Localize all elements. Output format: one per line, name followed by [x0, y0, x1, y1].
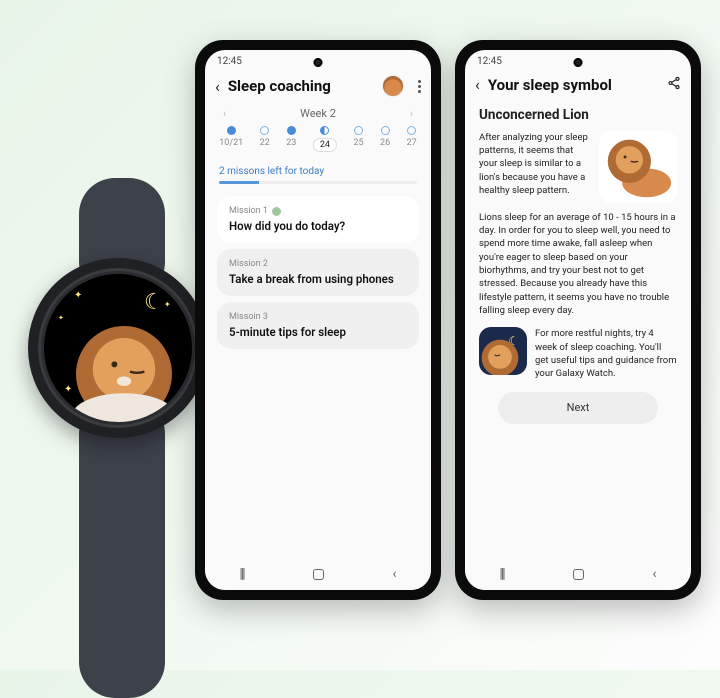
day-selector: 10/21 22 23 24 25 26 27: [205, 126, 431, 158]
day-dot: [354, 126, 363, 135]
android-nav-bar: ||| ‹: [205, 558, 431, 590]
day-label: 23: [286, 138, 296, 148]
missions-progress: [219, 181, 417, 184]
front-camera: [574, 58, 583, 67]
mission-title: How did you do today?: [229, 219, 407, 233]
mission-tag: Mission 1: [229, 206, 407, 216]
coaching-tip: ☾ For more restful nights, try 4 week of…: [479, 327, 677, 380]
lion-illustration: [599, 131, 677, 203]
back-icon[interactable]: ‹: [215, 77, 220, 96]
page-title: Sleep coaching: [228, 77, 331, 95]
day-dot: [381, 126, 390, 135]
front-camera: [314, 58, 323, 67]
profile-avatar-lion[interactable]: [382, 75, 404, 97]
night-tile-icon: ☾: [479, 327, 527, 375]
day-label: 22: [260, 138, 270, 148]
watch-strap-bottom: [79, 398, 165, 698]
phone-sleep-coaching: 12:45 ‹ Sleep coaching ‹ Week 2 › 10/212…: [195, 40, 441, 600]
mission-tag: Mission 2: [229, 259, 407, 269]
next-week-icon[interactable]: ›: [410, 107, 413, 120]
nav-back-icon[interactable]: ‹: [652, 566, 656, 582]
nav-back-icon[interactable]: ‹: [392, 566, 396, 582]
galaxy-watch: ✦ ✦ ✦ ✦ ✦ ☾: [28, 258, 216, 438]
mission-title: 5-minute tips for sleep: [229, 325, 407, 339]
android-nav-bar: ||| ‹: [465, 558, 691, 590]
day-label: 26: [380, 138, 390, 148]
day-22[interactable]: 22: [260, 126, 270, 152]
nav-home-icon[interactable]: [313, 569, 324, 580]
day-label: 10/21: [219, 138, 243, 148]
day-dot: [260, 126, 269, 135]
watch-body: ✦ ✦ ✦ ✦ ✦ ☾: [28, 258, 208, 438]
nav-home-icon[interactable]: [573, 569, 584, 580]
day-24[interactable]: 24: [313, 126, 337, 152]
next-button[interactable]: Next: [498, 392, 658, 423]
share-icon[interactable]: [667, 76, 681, 94]
mission-card-1[interactable]: Mission 1 How did you do today?: [217, 196, 419, 243]
missions-summary: 2 missons left for today: [205, 158, 431, 181]
day-label: 27: [407, 138, 417, 148]
day-dot: [407, 126, 416, 135]
day-25[interactable]: 25: [353, 126, 363, 152]
phone-sleep-symbol: 12:45 ‹ Your sleep symbol Unconcerned Li…: [455, 40, 701, 600]
symbol-paragraph-2: Lions sleep for an average of 10 - 15 ho…: [479, 211, 677, 317]
mission-tag: Missoin 3: [229, 312, 407, 322]
week-label: Week 2: [300, 107, 336, 120]
day-dot: [227, 126, 236, 135]
day-27[interactable]: 27: [407, 126, 417, 152]
page-title: Your sleep symbol: [488, 76, 612, 94]
day-label: 24: [313, 138, 337, 152]
back-icon[interactable]: ‹: [475, 75, 480, 94]
day-label: 25: [353, 138, 363, 148]
week-navigator: ‹ Week 2 ›: [205, 105, 431, 126]
moon-icon: ☾: [144, 290, 164, 315]
lion-icon: [64, 314, 184, 422]
day-26[interactable]: 26: [380, 126, 390, 152]
symbol-heading: Unconcerned Lion: [479, 106, 677, 125]
day-dot: [320, 126, 329, 135]
coaching-tip-text: For more restful nights, try 4 week of s…: [535, 327, 677, 380]
nav-recent-icon[interactable]: |||: [499, 566, 503, 582]
mission-card-2[interactable]: Mission 2 Take a break from using phones: [217, 249, 419, 296]
prev-week-icon[interactable]: ‹: [223, 107, 226, 120]
day-dot: [287, 126, 296, 135]
watch-face[interactable]: ✦ ✦ ✦ ✦ ✦ ☾: [44, 274, 192, 422]
nav-recent-icon[interactable]: |||: [239, 566, 243, 582]
mission-card-3[interactable]: Missoin 3 5-minute tips for sleep: [217, 302, 419, 349]
done-check-icon: [272, 207, 281, 216]
day-10/21[interactable]: 10/21: [219, 126, 243, 152]
mission-title: Take a break from using phones: [229, 272, 407, 286]
more-options-icon[interactable]: [418, 80, 421, 93]
day-23[interactable]: 23: [286, 126, 296, 152]
